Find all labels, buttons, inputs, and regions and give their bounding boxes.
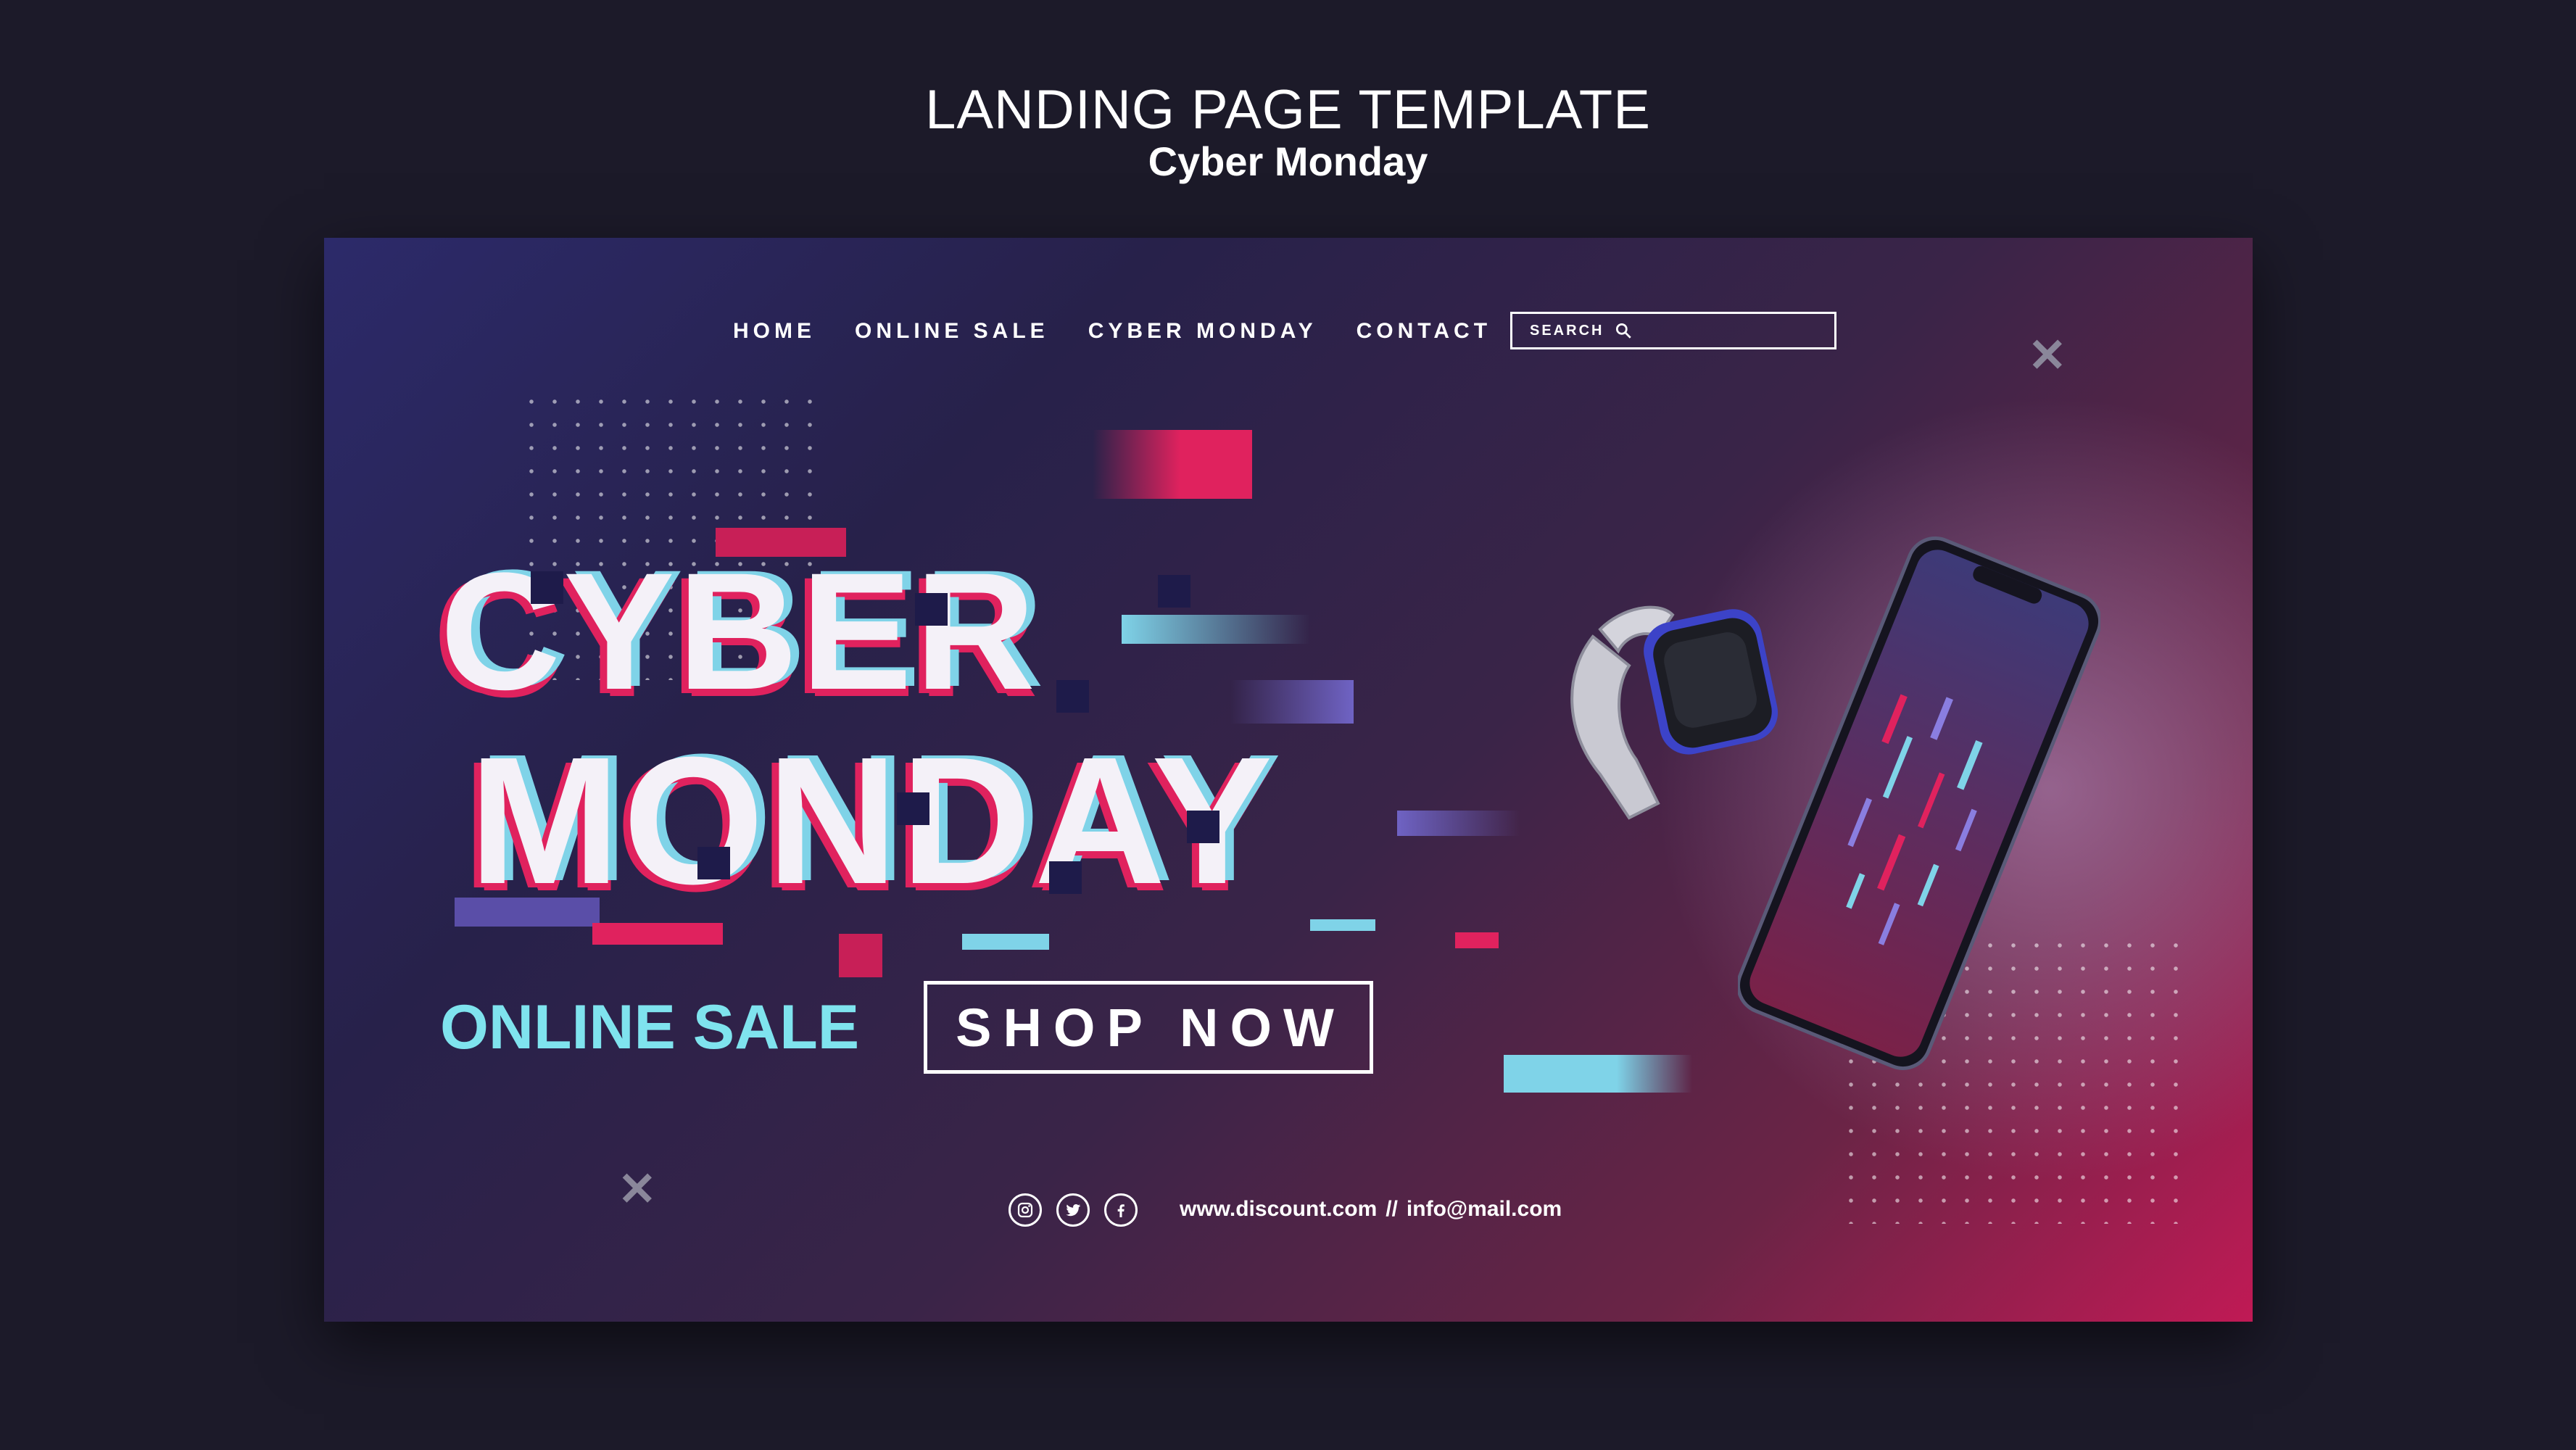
glitch-bar [1122, 615, 1310, 644]
twitter-icon[interactable] [1056, 1193, 1090, 1227]
glitch-bar [1397, 811, 1520, 836]
search-box[interactable] [1510, 312, 1836, 349]
glitch-bar [1310, 919, 1375, 931]
online-sale-label: ONLINE SALE [440, 993, 860, 1062]
shop-now-button[interactable]: SHOP NOW [924, 981, 1373, 1074]
x-decoration-icon: ✕ [618, 1163, 657, 1215]
headline-cyber: CYBER [440, 538, 1039, 724]
separator: // [1386, 1197, 1398, 1221]
glitch-square [897, 792, 929, 825]
nav-cyber-monday[interactable]: CYBER MONDAY [1088, 319, 1317, 344]
glitch-square [1056, 680, 1089, 713]
facebook-icon[interactable] [1104, 1193, 1138, 1227]
landing-banner: HOME ONLINE SALE CYBER MONDAY CONTACT ✕ … [324, 238, 2253, 1322]
glitch-square [915, 593, 948, 626]
glitch-square [1049, 861, 1082, 894]
nav-home[interactable]: HOME [733, 319, 816, 344]
glitch-bar [962, 934, 1049, 950]
nav-contact[interactable]: CONTACT [1357, 319, 1491, 344]
x-decoration-icon: ✕ [2028, 329, 2067, 381]
contact-info: www.discount.com // info@mail.com [1180, 1197, 1562, 1222]
glitch-square [697, 847, 730, 879]
headline-monday: MONDAY [469, 719, 1276, 921]
glitch-square [1187, 811, 1219, 843]
page-subtitle: Cyber Monday [1148, 138, 1428, 184]
search-icon[interactable] [1614, 321, 1633, 340]
social-links [1009, 1193, 1138, 1227]
glitch-square [531, 571, 563, 604]
glitch-bar [1504, 1055, 1692, 1093]
glitch-bar [592, 923, 723, 945]
nav-online-sale[interactable]: ONLINE SALE [855, 319, 1049, 344]
glitch-bar [839, 934, 882, 977]
glitch-bar [1455, 932, 1499, 948]
main-nav: HOME ONLINE SALE CYBER MONDAY CONTACT [733, 319, 1491, 344]
email-link[interactable]: info@mail.com [1407, 1197, 1562, 1221]
smartphone-image [1738, 536, 2100, 1070]
glitch-square [1158, 575, 1190, 608]
page-title: LANDING PAGE TEMPLATE [925, 79, 1651, 141]
search-input[interactable] [1528, 321, 1618, 340]
website-link[interactable]: www.discount.com [1180, 1197, 1377, 1221]
glitch-bar [1093, 430, 1252, 499]
instagram-icon[interactable] [1009, 1193, 1042, 1227]
